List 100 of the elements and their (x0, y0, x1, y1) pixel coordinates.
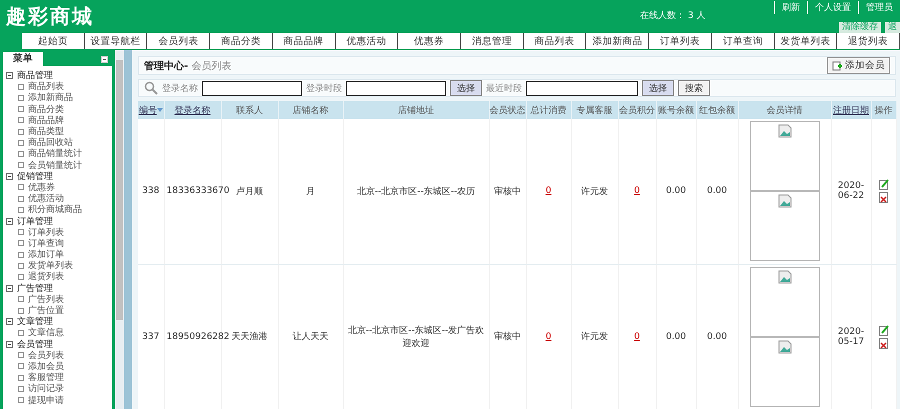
menu-item[interactable]: 商品品牌 (6, 114, 109, 126)
delete-icon[interactable] (878, 192, 888, 204)
menu-item[interactable]: 广告列表 (6, 294, 109, 305)
input-field[interactable] (202, 80, 302, 96)
table-cell: 卢月顺 (236, 186, 263, 197)
nav-tab[interactable]: 商品列表 (524, 33, 586, 49)
menu-item[interactable]: 添加订单 (6, 249, 109, 260)
search-label: 登录时段 (306, 82, 342, 94)
table-cell: 338 (142, 186, 160, 196)
menu-item[interactable]: 添加会员 (6, 360, 109, 372)
points-link[interactable]: 0 (634, 332, 640, 342)
nav-tab[interactable]: 发货单列表 (774, 33, 838, 49)
menu-item[interactable]: 退货列表 (6, 271, 109, 283)
column-header: 操作 (874, 106, 892, 116)
menu-item[interactable]: 订单查询 (6, 238, 109, 249)
add-page-icon (832, 60, 842, 70)
menu-item[interactable]: 商品分类 (6, 104, 109, 115)
table-cell: 0.00 (666, 332, 686, 342)
menu-tab[interactable]: 菜单 (3, 52, 43, 66)
nav-tab[interactable]: 商品品牌 (272, 33, 336, 49)
menu-item[interactable]: 文章信息 (6, 327, 109, 338)
nav-tab[interactable]: 会员列表 (147, 33, 210, 49)
menu-group[interactable]: 广告管理 (6, 282, 109, 294)
menu-item[interactable]: 商品列表 (6, 81, 109, 92)
toggle-icon[interactable] (6, 318, 13, 326)
nav-tab[interactable]: 起始页 (22, 33, 85, 49)
status-cell: 审核中 (494, 332, 521, 342)
table-cell: 337 (142, 332, 160, 342)
menu-item[interactable]: 订单列表 (6, 226, 109, 238)
nav-tab[interactable]: 优惠券 (398, 33, 462, 49)
search-button[interactable]: 搜索 (678, 80, 710, 96)
date-cell: 2020-05-17 (838, 326, 864, 346)
add-member-button[interactable]: 添加会员 (827, 57, 890, 74)
edit-icon[interactable] (878, 324, 888, 336)
column-header: 会员积分 (619, 106, 655, 116)
menu-item[interactable]: 商品销量统计 (6, 148, 109, 160)
status-cell: 审核中 (494, 186, 521, 197)
menu-group[interactable]: 订单管理 (6, 215, 109, 227)
table-cell: 0.00 (666, 186, 686, 196)
toggle-icon[interactable] (6, 340, 13, 348)
date-cell: 2020-06-22 (838, 181, 864, 202)
menu-item[interactable]: 积分商城商品 (6, 204, 109, 216)
toggle-icon[interactable] (6, 172, 13, 180)
column-header: 店铺地址 (398, 106, 434, 116)
select-button[interactable]: 选择 (642, 80, 674, 96)
scrollbar[interactable] (115, 50, 124, 409)
column-header: 联系人 (236, 106, 263, 116)
broken-image-icon (778, 124, 792, 138)
table-cell: 许元发 (581, 186, 608, 197)
column-header: 会员详情 (766, 106, 802, 116)
menu-item[interactable]: 提现申请 (6, 394, 109, 406)
toggle-icon[interactable] (6, 218, 13, 225)
table-cell: 北京--北京市区--东城区--发广告欢迎欢迎 (348, 326, 484, 348)
menu-item[interactable]: 优惠券 (6, 182, 109, 194)
menu-group[interactable]: 促销管理 (6, 170, 109, 182)
select-button[interactable]: 选择 (450, 80, 482, 96)
menu-item[interactable]: 访问记录 (6, 383, 109, 394)
nav-tab[interactable]: 设置导航栏 (84, 33, 148, 49)
breadcrumb: 管理中心- 会员列表 (144, 59, 232, 72)
spend-link[interactable]: 0 (546, 186, 552, 196)
input-field[interactable] (346, 80, 446, 96)
toggle-icon[interactable] (6, 72, 13, 80)
nav-tab[interactable]: 优惠活动 (336, 33, 398, 49)
menu-item[interactable]: 发货单列表 (6, 260, 109, 272)
nav-tab[interactable]: 消息管理 (461, 33, 524, 49)
column-header: 会员状态 (490, 106, 526, 116)
search-label: 登录名称 (162, 82, 198, 94)
column-header: 专属客服 (576, 106, 612, 116)
search-label: 最近时段 (486, 82, 522, 94)
spend-link[interactable]: 0 (546, 332, 552, 342)
broken-image-icon (778, 194, 792, 208)
delete-icon[interactable] (878, 338, 888, 348)
collapse-icon[interactable] (101, 56, 108, 62)
toggle-icon[interactable] (6, 284, 13, 292)
menu-item[interactable]: 优惠活动 (6, 193, 109, 204)
menu-item[interactable]: 会员列表 (6, 350, 109, 361)
nav-tab[interactable]: 添加新商品 (586, 33, 650, 49)
menu-group[interactable]: 会员管理 (6, 338, 109, 350)
broken-image-icon (778, 270, 792, 284)
input-field[interactable] (526, 80, 638, 96)
table-cell: 0.00 (706, 332, 728, 342)
menu-item[interactable]: 添加新商品 (6, 92, 109, 104)
menu-group[interactable]: 文章管理 (6, 316, 109, 328)
broken-image-icon (778, 340, 792, 354)
nav-tab[interactable]: 订单查询 (712, 33, 775, 49)
menu-item[interactable]: 商品回收站 (6, 137, 109, 148)
menu-item[interactable]: 商品类型 (6, 126, 109, 138)
menu-item[interactable]: 客服管理 (6, 372, 109, 384)
table-cell: 18336333670 (166, 186, 230, 196)
nav-tab[interactable]: 订单列表 (649, 33, 712, 49)
online-count: 在线人数： 3 人 (640, 10, 706, 22)
menu-item[interactable]: 广告位置 (6, 304, 109, 316)
nav-tab[interactable]: 商品分类 (210, 33, 273, 49)
points-link[interactable]: 0 (634, 186, 640, 196)
table-cell: 许元发 (581, 332, 608, 342)
nav-tab[interactable]: 退货列表 (837, 33, 900, 49)
menu-item[interactable]: 会员销量统计 (6, 160, 109, 171)
edit-icon[interactable] (878, 179, 888, 190)
column-header: 账号余额 (658, 106, 694, 116)
menu-group[interactable]: 商品管理 (6, 70, 109, 82)
